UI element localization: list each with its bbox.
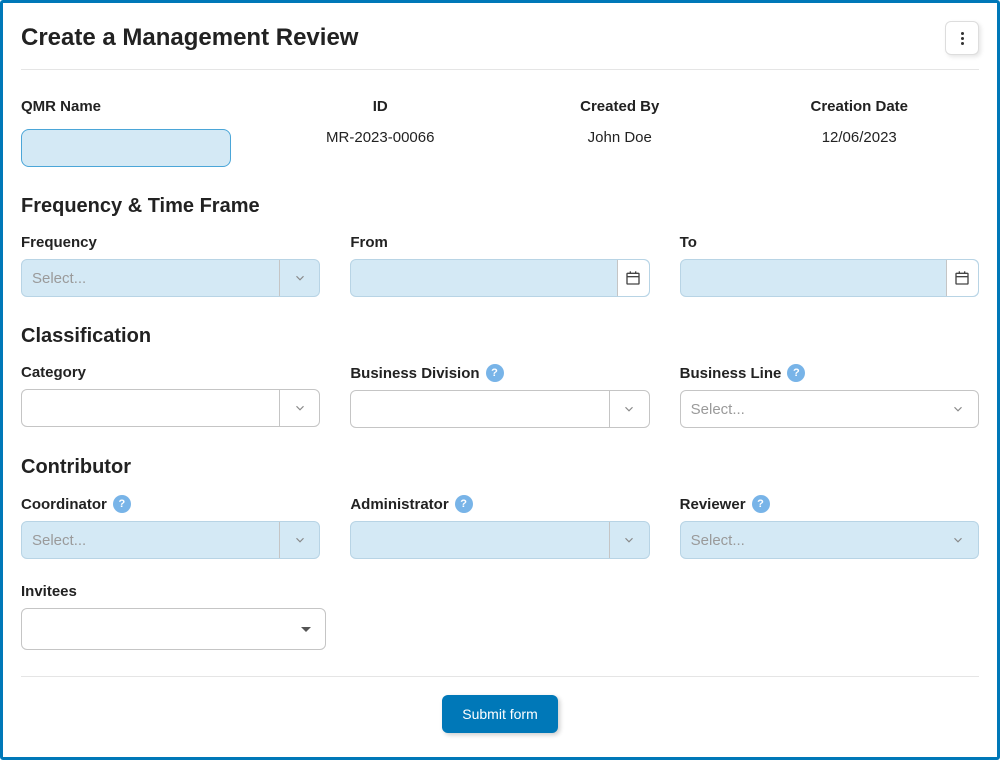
- chevron-down-icon: [279, 390, 319, 426]
- created-by-value: John Doe: [588, 129, 652, 146]
- divider: [21, 676, 979, 677]
- chevron-down-icon: [938, 391, 978, 427]
- invitees-label: Invitees: [21, 583, 979, 600]
- frequency-placeholder: Select...: [32, 270, 86, 287]
- frequency-label: Frequency: [21, 234, 320, 251]
- coordinator-select[interactable]: Select...: [21, 521, 320, 559]
- frequency-select[interactable]: Select...: [21, 259, 320, 297]
- submit-button[interactable]: Submit form: [442, 695, 557, 733]
- category-field: Category: [21, 364, 320, 428]
- category-select[interactable]: [21, 389, 320, 427]
- reviewer-label: Reviewer ?: [680, 495, 979, 513]
- reviewer-field: Reviewer ? Select...: [680, 495, 979, 559]
- reviewer-select[interactable]: Select...: [680, 521, 979, 559]
- chevron-down-icon: [938, 522, 978, 558]
- header: Create a Management Review: [21, 21, 979, 55]
- help-icon[interactable]: ?: [787, 364, 805, 382]
- kebab-icon: [961, 32, 964, 45]
- chevron-down-icon: [279, 522, 319, 558]
- chevron-down-icon: [609, 522, 649, 558]
- coordinator-placeholder: Select...: [32, 532, 86, 549]
- divider: [21, 69, 979, 70]
- coordinator-field: Coordinator ? Select...: [21, 495, 320, 559]
- created-by-label: Created By: [580, 98, 659, 115]
- caret-down-icon: [301, 627, 311, 632]
- from-date-input[interactable]: [350, 259, 649, 297]
- frequency-field: Frequency Select...: [21, 234, 320, 297]
- help-icon[interactable]: ?: [455, 495, 473, 513]
- administrator-label: Administrator ?: [350, 495, 649, 513]
- business-division-label-text: Business Division: [350, 365, 479, 382]
- invitees-field: Invitees: [21, 583, 979, 650]
- more-actions-button[interactable]: [945, 21, 979, 55]
- coordinator-label: Coordinator ?: [21, 495, 320, 513]
- created-by-col: Created By John Doe: [500, 98, 740, 167]
- qmr-name-label: QMR Name: [21, 98, 101, 115]
- to-field: To: [680, 234, 979, 297]
- classification-row: Category Business Division ? Business Li…: [21, 364, 979, 428]
- id-value: MR-2023-00066: [326, 129, 434, 146]
- creation-date-label: Creation Date: [810, 98, 908, 115]
- qmr-name-input[interactable]: [21, 129, 231, 167]
- business-division-label: Business Division ?: [350, 364, 649, 382]
- chevron-down-icon: [609, 391, 649, 427]
- frequency-row: Frequency Select... From To: [21, 234, 979, 297]
- help-icon[interactable]: ?: [113, 495, 131, 513]
- creation-date-col: Creation Date 12/06/2023: [740, 98, 980, 167]
- administrator-field: Administrator ?: [350, 495, 649, 559]
- id-label: ID: [373, 98, 388, 115]
- business-line-placeholder: Select...: [691, 401, 745, 418]
- info-row: QMR Name ID MR-2023-00066 Created By Joh…: [21, 98, 979, 167]
- business-division-field: Business Division ?: [350, 364, 649, 428]
- from-field: From: [350, 234, 649, 297]
- section-frequency-title: Frequency & Time Frame: [21, 195, 979, 218]
- category-label: Category: [21, 364, 320, 381]
- to-date-input[interactable]: [680, 259, 979, 297]
- to-label: To: [680, 234, 979, 251]
- contributor-row: Coordinator ? Select... Administrator ?: [21, 495, 979, 559]
- business-line-field: Business Line ? Select...: [680, 364, 979, 428]
- chevron-down-icon: [279, 260, 319, 296]
- form-container: Create a Management Review QMR Name ID M…: [0, 0, 1000, 760]
- creation-date-value: 12/06/2023: [822, 129, 897, 146]
- reviewer-placeholder: Select...: [691, 532, 745, 549]
- reviewer-label-text: Reviewer: [680, 496, 746, 513]
- administrator-select[interactable]: [350, 521, 649, 559]
- submit-row: Submit form: [21, 695, 979, 733]
- business-line-label: Business Line ?: [680, 364, 979, 382]
- calendar-icon: [617, 260, 649, 296]
- invitees-select[interactable]: [21, 608, 326, 650]
- page-title: Create a Management Review: [21, 24, 358, 52]
- administrator-label-text: Administrator: [350, 496, 448, 513]
- business-line-label-text: Business Line: [680, 365, 782, 382]
- section-contributor-title: Contributor: [21, 456, 979, 479]
- coordinator-label-text: Coordinator: [21, 496, 107, 513]
- from-label: From: [350, 234, 649, 251]
- help-icon[interactable]: ?: [752, 495, 770, 513]
- section-classification-title: Classification: [21, 325, 979, 348]
- help-icon[interactable]: ?: [486, 364, 504, 382]
- qmr-name-col: QMR Name: [21, 98, 261, 167]
- id-col: ID MR-2023-00066: [261, 98, 501, 167]
- business-line-select[interactable]: Select...: [680, 390, 979, 428]
- business-division-select[interactable]: [350, 390, 649, 428]
- calendar-icon: [946, 260, 978, 296]
